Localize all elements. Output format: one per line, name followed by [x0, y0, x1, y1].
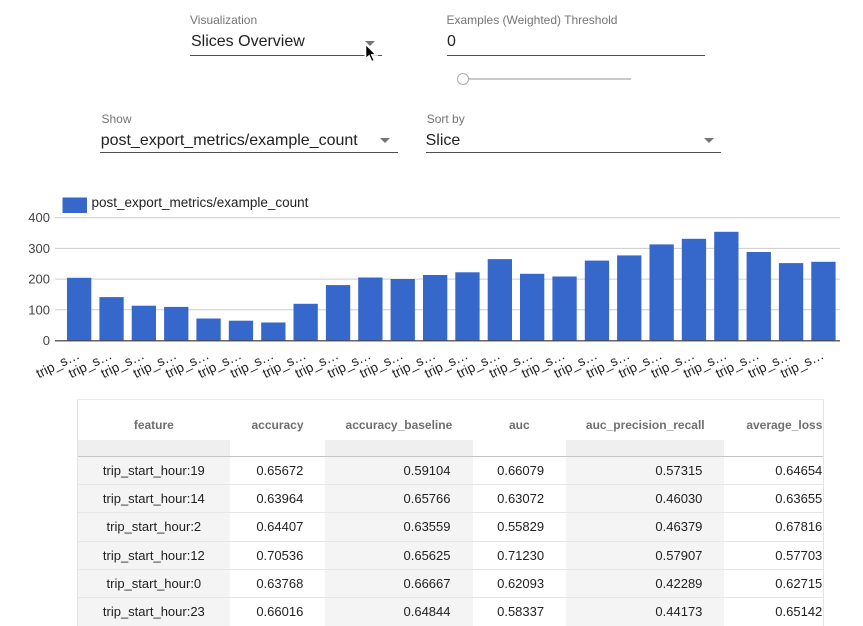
- svg-text:200: 200: [28, 272, 50, 287]
- svg-text:400: 400: [28, 210, 50, 225]
- svg-text:0: 0: [43, 333, 50, 348]
- svg-text:300: 300: [28, 241, 50, 256]
- svg-text:post_export_metrics/example_co: post_export_metrics/example_count: [92, 195, 309, 210]
- svg-text:100: 100: [28, 302, 50, 317]
